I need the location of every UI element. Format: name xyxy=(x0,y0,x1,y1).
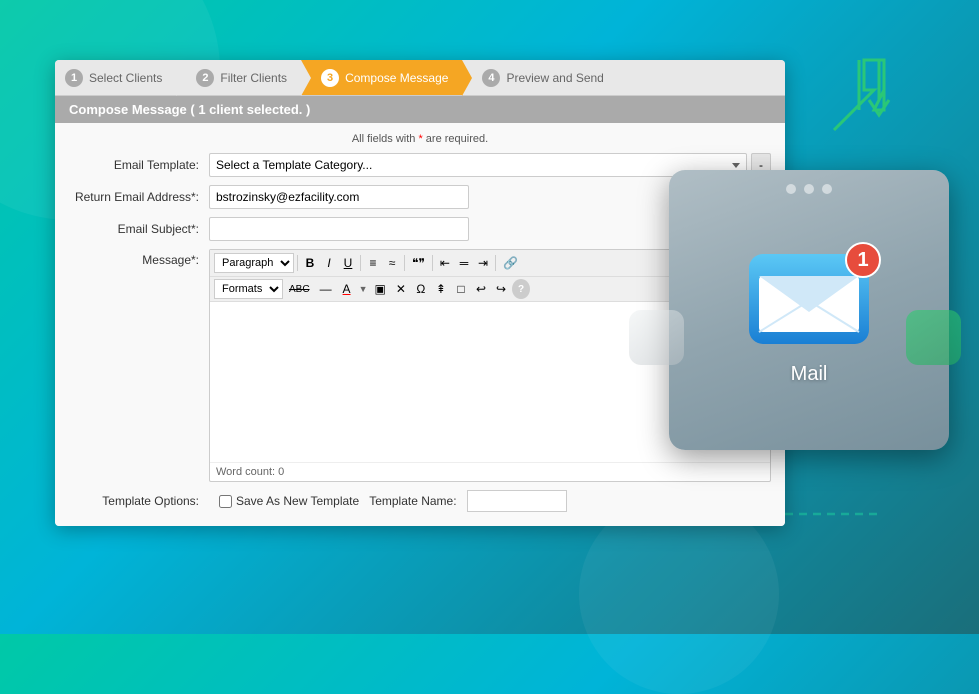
step-3[interactable]: 3 Compose Message xyxy=(301,60,462,95)
message-label: Message*: xyxy=(69,249,209,267)
italic-button[interactable]: I xyxy=(320,253,338,273)
template-options-row: Template Options: Save As New Template T… xyxy=(69,490,771,512)
mail-badge: 1 xyxy=(845,242,881,278)
remove-format-button[interactable]: ✕ xyxy=(392,279,410,299)
email-template-select[interactable]: Select a Template Category... xyxy=(209,153,747,177)
step-1-num: 1 xyxy=(65,69,83,87)
special-chars-button[interactable]: Ω xyxy=(412,279,430,299)
step-2[interactable]: 2 Filter Clients xyxy=(176,60,301,95)
toolbar-separator-4 xyxy=(432,255,433,271)
return-email-input[interactable] xyxy=(209,185,469,209)
step-2-num: 2 xyxy=(196,69,214,87)
panel-heading: Compose Message ( 1 client selected. ) xyxy=(55,96,785,123)
word-count: Word count: 0 xyxy=(210,462,770,481)
dot-2 xyxy=(804,184,814,194)
required-star: * xyxy=(418,133,422,145)
table-button[interactable]: ⇞ xyxy=(432,279,450,299)
bold-button[interactable]: B xyxy=(301,253,319,273)
ordered-list-button[interactable]: ≈ xyxy=(383,253,401,273)
mail-overlay: 1 Mail xyxy=(669,170,949,450)
toolbar-separator-3 xyxy=(404,255,405,271)
paragraph-select[interactable]: Paragraph xyxy=(214,253,294,273)
return-email-row: Return Email Address*: xyxy=(69,185,771,209)
highlight-button[interactable]: ▣ xyxy=(370,279,389,299)
required-note: All fields with * are required. xyxy=(69,133,771,145)
unordered-list-button[interactable]: ≡ xyxy=(364,253,382,273)
step-3-num: 3 xyxy=(321,69,339,87)
redo-button[interactable]: ↪ xyxy=(492,279,510,299)
undo-button[interactable]: ↩ xyxy=(472,279,490,299)
media-button[interactable]: □ xyxy=(452,279,470,299)
link-button[interactable]: 🔗 xyxy=(499,253,522,273)
save-as-template-checkbox[interactable] xyxy=(219,495,232,508)
align-center-button[interactable]: ═ xyxy=(455,253,473,273)
step-1[interactable]: 1 Select Clients xyxy=(55,60,176,95)
font-color-button[interactable]: A xyxy=(338,279,356,299)
email-subject-input[interactable] xyxy=(209,217,469,241)
toolbar-separator-1 xyxy=(297,255,298,271)
align-left-button[interactable]: ⇤ xyxy=(436,253,454,273)
mail-icon-container: 1 xyxy=(749,254,869,347)
save-as-template-text: Save As New Template xyxy=(236,494,359,508)
blockquote-button[interactable]: ❝❞ xyxy=(408,253,429,273)
step-4-num: 4 xyxy=(482,69,500,87)
align-right-button[interactable]: ⇥ xyxy=(474,253,492,273)
email-template-row: Email Template: Select a Template Catego… xyxy=(69,153,771,177)
help-button[interactable]: ? xyxy=(512,279,530,299)
dropdown-arrow-icon: ▼ xyxy=(359,284,368,294)
template-options-label: Template Options: xyxy=(69,494,209,508)
template-name-label: Template Name: xyxy=(369,494,456,508)
side-green-icon xyxy=(906,310,961,365)
return-email-label: Return Email Address*: xyxy=(69,190,209,204)
step-2-label: Filter Clients xyxy=(220,71,287,85)
step-3-label: Compose Message xyxy=(345,71,448,85)
formats-select[interactable]: Formats xyxy=(214,279,283,299)
side-gray-icon xyxy=(629,310,684,365)
underline-button[interactable]: U xyxy=(339,253,357,273)
dot-1 xyxy=(786,184,796,194)
clear-format-button[interactable]: ABC xyxy=(285,279,314,299)
wizard-steps: 1 Select Clients 2 Filter Clients 3 Comp… xyxy=(55,60,785,96)
save-as-template-checkbox-label[interactable]: Save As New Template xyxy=(219,494,359,508)
toolbar-separator-5 xyxy=(495,255,496,271)
mail-dots xyxy=(786,184,832,194)
toolbar-separator-2 xyxy=(360,255,361,271)
message-row: Message*: Paragraph B I U ≡ ≈ ❝❞ xyxy=(69,249,771,482)
step-4[interactable]: 4 Preview and Send xyxy=(462,60,617,95)
dot-3 xyxy=(822,184,832,194)
step-4-label: Preview and Send xyxy=(506,71,603,85)
horizontal-rule-button[interactable]: — xyxy=(316,279,336,299)
mail-label: Mail xyxy=(791,363,828,386)
template-name-input[interactable] xyxy=(467,490,567,512)
email-subject-row: Email Subject*: xyxy=(69,217,771,241)
email-template-label: Email Template: xyxy=(69,158,209,172)
email-subject-label: Email Subject*: xyxy=(69,222,209,236)
step-1-label: Select Clients xyxy=(89,71,162,85)
